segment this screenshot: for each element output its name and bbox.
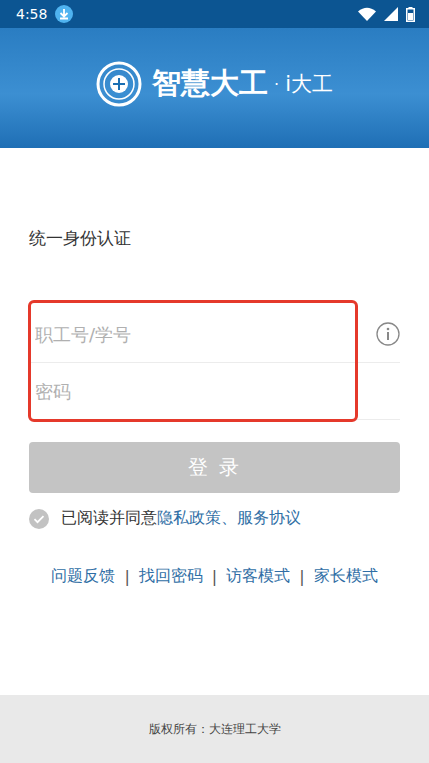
agreement-text: 已阅读并同意 (61, 508, 157, 529)
wifi-icon (358, 7, 376, 21)
footer: 版权所有：大连理工大学 (0, 695, 429, 763)
link-separator: | (299, 567, 304, 586)
download-icon (55, 5, 73, 23)
agreement-link[interactable]: 隐私政策、服务协议 (157, 508, 301, 529)
footer-link[interactable]: 访客模式 (226, 566, 290, 587)
status-bar: 4:58 (0, 0, 429, 28)
university-emblem-icon (96, 61, 142, 107)
login-form (29, 306, 400, 420)
footer-link[interactable]: 找回密码 (139, 566, 203, 587)
copyright: 版权所有：大连理工大学 (149, 721, 281, 738)
header-banner: 智慧大工 · i大工 (0, 28, 429, 148)
footer-link[interactable]: 问题反馈 (51, 566, 115, 587)
form-title: 统一身份认证 (29, 227, 400, 250)
login-button[interactable]: 登 录 (29, 442, 400, 493)
battery-icon (406, 7, 415, 22)
check-circle-icon[interactable] (29, 509, 49, 529)
logo: 智慧大工 · i大工 (96, 61, 333, 107)
link-separator: | (124, 567, 129, 586)
logo-separator: · (274, 75, 279, 94)
form-field (29, 306, 400, 363)
link-separator: | (212, 567, 217, 586)
status-time: 4:58 (16, 6, 47, 22)
links-row: 问题反馈 | 找回密码 | 访客模式 | 家长模式 (29, 566, 400, 587)
agreement-row: 已阅读并同意隐私政策、服务协议 (29, 508, 400, 529)
field-input[interactable] (29, 316, 368, 353)
logo-title: 智慧大工 (152, 64, 268, 104)
info-icon[interactable] (376, 322, 400, 346)
form-field (29, 363, 400, 420)
signal-icon (384, 7, 398, 21)
field-input[interactable] (29, 373, 400, 410)
login-page: 4:58智慧大工·i大工统一身份认证登 录已阅读并同意隐私政策、服务协议问题反馈… (0, 0, 429, 763)
footer-link[interactable]: 家长模式 (314, 566, 378, 587)
logo-subtitle: i大工 (285, 70, 333, 98)
